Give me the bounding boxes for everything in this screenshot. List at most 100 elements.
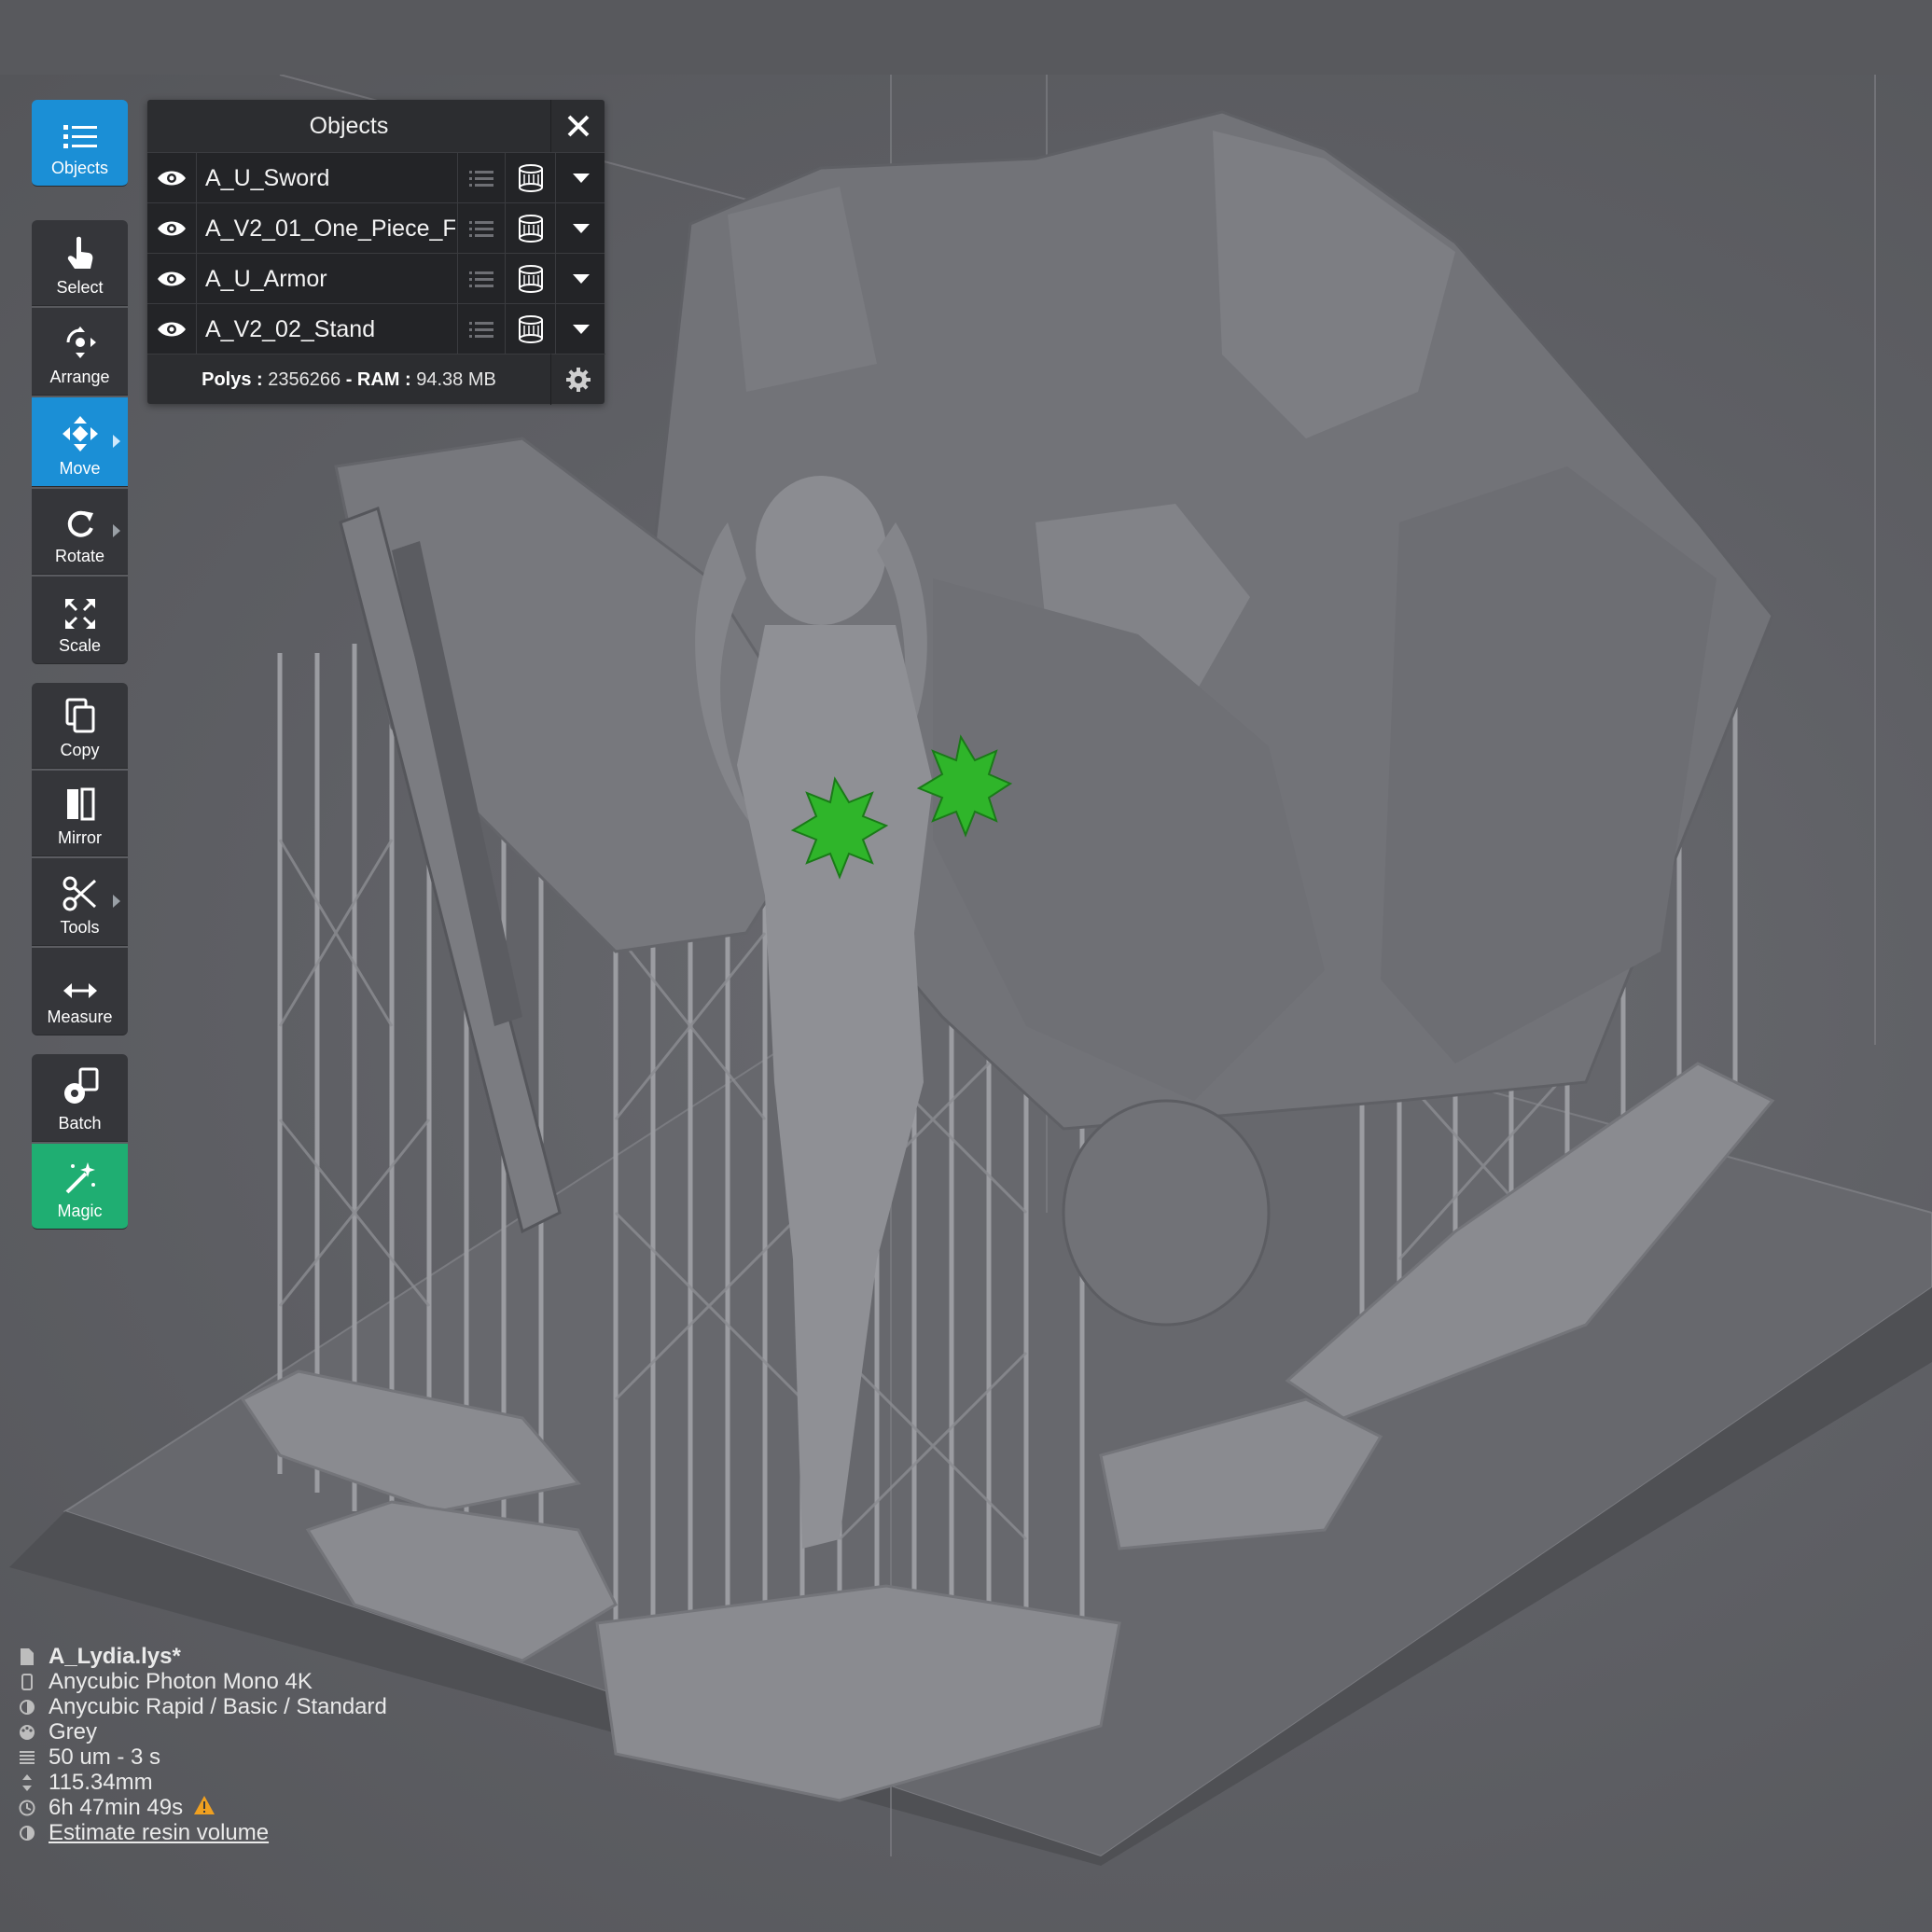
objects-panel: Objects A_U_Sword A_V2_01_One_Piece_Fi A… [147,100,605,405]
measure-arrows-icon [63,983,97,998]
supports-button[interactable] [505,304,556,354]
list-icon [469,171,493,187]
polys-value: 2356266 [268,369,341,390]
object-name: A_V2_02_Stand [205,316,376,342]
copy-icon [65,698,94,733]
toolbar-copy-label: Copy [60,741,100,759]
toolbar-magic-button[interactable]: Magic [32,1144,128,1230]
eye-icon [158,271,186,286]
object-row[interactable]: A_U_Sword [147,152,605,203]
object-menu-dropdown[interactable] [555,203,605,254]
eye-icon [158,171,186,186]
object-details-button[interactable] [457,254,505,304]
toolbar-arrange-button[interactable]: Arrange [32,308,128,396]
toolbar-select-button[interactable]: Select [32,220,128,306]
file-icon [19,1647,35,1665]
object-details-button[interactable] [457,304,505,354]
list-icon [469,221,493,237]
chevron-down-icon [572,325,590,334]
toolbar-objects-label: Objects [50,159,109,177]
scissors-icon [63,876,96,911]
toolbar-objects-button[interactable]: Objects [32,100,128,187]
layers-icon [19,1749,35,1766]
toolbar-measure-label: Measure [47,1008,113,1026]
supports-button[interactable] [505,203,556,254]
toolbar-rotate-label: Rotate [54,547,105,565]
object-name: A_V2_01_One_Piece_Fi [205,215,455,242]
object-row[interactable]: A_V2_01_One_Piece_Fi [147,202,605,254]
toolbar-arrange-label: Arrange [49,368,110,386]
submenu-arrow-icon [113,523,120,537]
toolbar-mirror-button[interactable]: Mirror [32,771,128,856]
supports-button[interactable] [505,153,556,203]
visibility-toggle[interactable] [147,153,197,203]
eye-icon [158,221,186,236]
mirror-icon [66,787,94,821]
supports-icon [519,315,543,343]
toolbar-magic-label: Magic [57,1202,103,1220]
chevron-down-icon [572,224,590,233]
toolbar-select-label: Select [56,278,104,297]
pointer-hand-icon [67,236,92,269]
close-icon [567,115,590,137]
palette-icon [19,1724,35,1741]
list-icon [469,322,493,338]
eye-icon [158,322,186,337]
toolbar-batch-button[interactable]: Batch [32,1054,128,1142]
resin-drop-icon [19,1699,35,1716]
layer-settings: 50 um - 3 s [49,1744,161,1770]
supports-icon [519,164,543,192]
toolbar-tools-button[interactable]: Tools [32,858,128,946]
object-row[interactable]: A_V2_02_Stand [147,303,605,354]
supports-icon [519,265,543,293]
scale-icon [64,599,95,629]
object-details-button[interactable] [457,203,505,254]
list-icon [469,271,493,287]
estimate-resin-link[interactable]: Estimate resin volume [49,1820,269,1846]
resin-drop-icon [19,1825,35,1842]
chevron-down-icon [572,174,590,183]
polys-label: Polys : [202,369,263,390]
object-menu-dropdown[interactable] [555,304,605,354]
magic-wand-icon [65,1162,95,1194]
toolbar-batch-label: Batch [58,1114,102,1133]
resin-profile: Anycubic Rapid / Basic / Standard [49,1693,387,1719]
top-bar [0,0,1932,75]
move-arrows-icon [62,416,98,452]
toolbar-scale-label: Scale [58,636,102,655]
gear-icon [566,368,591,392]
object-menu-dropdown[interactable] [555,153,605,203]
object-name: A_U_Armor [205,266,327,292]
clock-icon [19,1800,35,1816]
visibility-toggle[interactable] [147,254,197,304]
toolbar-mirror-label: Mirror [58,828,102,847]
toolbar-measure-button[interactable]: Measure [32,948,128,1035]
supports-button[interactable] [505,254,556,304]
toolbar-scale-button[interactable]: Scale [32,577,128,664]
batch-gears-icon [63,1067,98,1104]
object-details-button[interactable] [457,153,505,203]
chevron-down-icon [572,274,590,284]
object-row[interactable]: A_U_Armor [147,253,605,304]
rotate-icon [67,510,93,537]
toolbar-rotate-button[interactable]: Rotate [32,489,128,575]
toolbar-move-label: Move [59,459,101,478]
list-icon [63,125,97,148]
visibility-toggle[interactable] [147,304,197,354]
printer-name: Anycubic Photon Mono 4K [49,1668,313,1694]
toolbar-move-button[interactable]: Move [32,397,128,487]
objects-panel-title: Objects [309,112,389,139]
close-panel-button[interactable] [550,100,605,152]
print-time: 6h 47min 49s [49,1794,184,1820]
object-menu-dropdown[interactable] [555,254,605,304]
warning-icon[interactable] [194,1795,215,1821]
submenu-arrow-icon [113,894,120,908]
panel-settings-button[interactable] [550,354,605,405]
resin-color: Grey [49,1718,98,1744]
supports-icon [519,215,543,243]
height-icon [19,1773,35,1791]
toolbar-copy-button[interactable]: Copy [32,683,128,769]
model-height: 115.34mm [49,1769,153,1795]
ram-value: 94.38 MB [416,369,496,390]
visibility-toggle[interactable] [147,203,197,254]
